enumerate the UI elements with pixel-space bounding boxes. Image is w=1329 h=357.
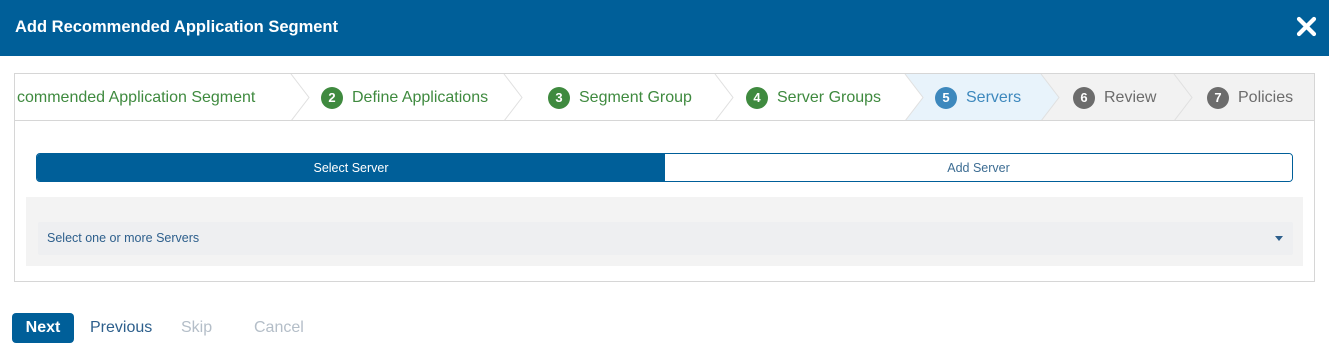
step-number-badge: 4 bbox=[746, 86, 768, 109]
step-number-badge: 5 bbox=[935, 86, 957, 109]
step-policies[interactable]: 7 Policies bbox=[1207, 74, 1294, 120]
step-label: Segment Group bbox=[579, 88, 692, 106]
step-number-badge: 3 bbox=[548, 86, 570, 109]
skip-button[interactable]: Skip bbox=[181, 319, 212, 337]
wizard-panel: commended Application Segment 2 Define A… bbox=[14, 73, 1315, 282]
step-number-badge: 6 bbox=[1073, 86, 1095, 109]
step-label: Define Applications bbox=[352, 88, 489, 106]
select-server-tab[interactable]: Select Server bbox=[37, 154, 665, 181]
close-icon bbox=[1296, 16, 1317, 37]
close-button[interactable] bbox=[1296, 16, 1317, 37]
step-label: Server Groups bbox=[777, 88, 882, 106]
step-label: Servers bbox=[966, 88, 1022, 106]
servers-step-content: Select Server Add Server Select one or m… bbox=[15, 122, 1314, 281]
caret-down-icon bbox=[1275, 236, 1283, 241]
step-label: Policies bbox=[1238, 88, 1294, 106]
step-recommended-segment[interactable]: commended Application Segment bbox=[17, 74, 256, 120]
add-server-tab[interactable]: Add Server bbox=[665, 154, 1292, 181]
step-review[interactable]: 6 Review bbox=[1073, 74, 1157, 120]
servers-multiselect-placeholder: Select one or more Servers bbox=[47, 231, 200, 245]
next-button[interactable]: Next bbox=[12, 313, 74, 343]
step-number-badge: 7 bbox=[1207, 86, 1229, 109]
wizard-steps: commended Application Segment 2 Define A… bbox=[15, 74, 1314, 121]
step-server-groups[interactable]: 4 Server Groups bbox=[746, 74, 882, 120]
server-select-panel: Select one or more Servers bbox=[26, 197, 1303, 266]
step-segment-group[interactable]: 3 Segment Group bbox=[548, 74, 692, 120]
cancel-button[interactable]: Cancel bbox=[254, 319, 304, 337]
step-label: Review bbox=[1104, 88, 1157, 106]
dialog-footer: Next Previous Skip Cancel bbox=[0, 297, 1329, 357]
previous-button[interactable]: Previous bbox=[90, 319, 152, 337]
step-number-badge: 2 bbox=[321, 86, 343, 109]
step-label: commended Application Segment bbox=[17, 88, 256, 106]
dialog-title: Add Recommended Application Segment bbox=[15, 18, 339, 36]
servers-multiselect[interactable]: Select one or more Servers bbox=[38, 222, 1293, 255]
step-define-applications[interactable]: 2 Define Applications bbox=[321, 74, 489, 120]
dialog-header: Add Recommended Application Segment bbox=[0, 0, 1329, 56]
step-servers[interactable]: 5 Servers bbox=[935, 74, 1022, 120]
server-mode-toggle: Select Server Add Server bbox=[36, 153, 1293, 182]
